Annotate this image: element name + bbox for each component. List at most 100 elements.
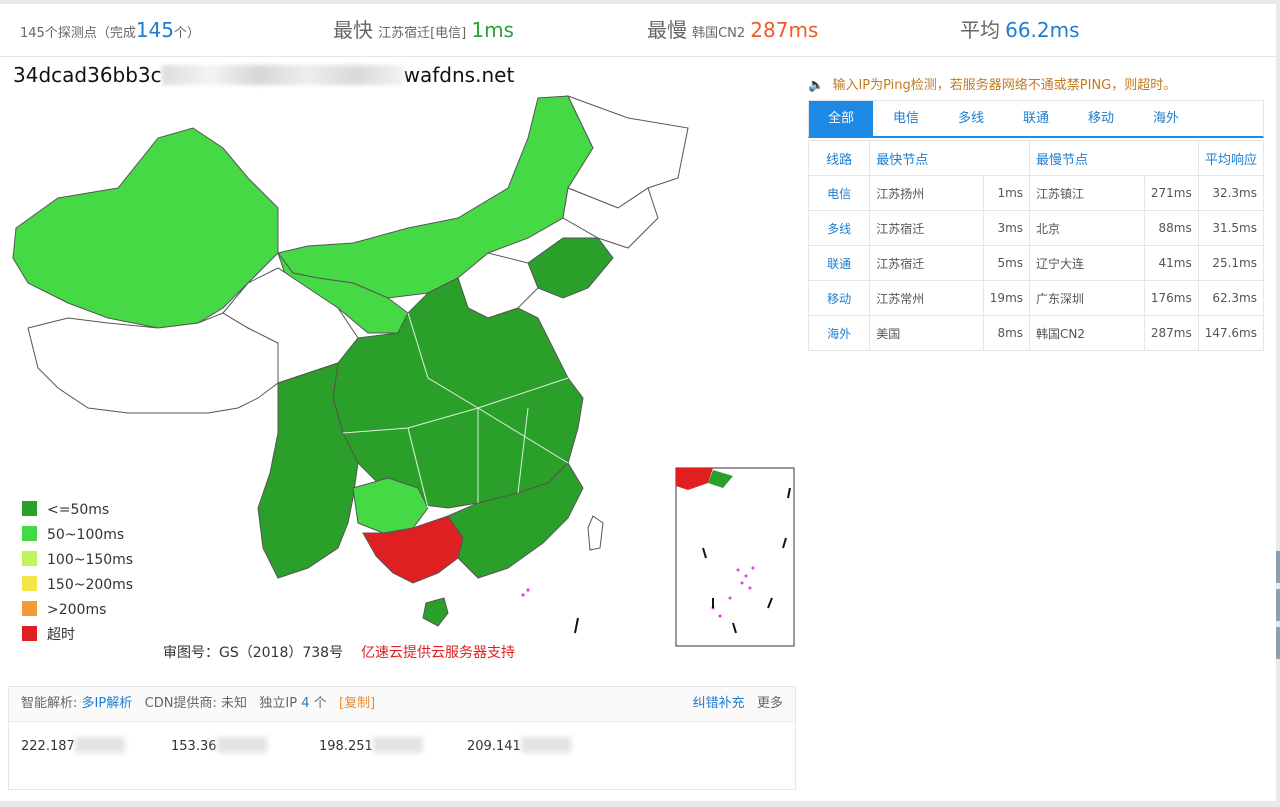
multi-ip-link[interactable]: 多IP解析 — [82, 696, 133, 711]
redacted-mask — [372, 737, 423, 753]
legend-label: 100~150ms — [47, 552, 134, 568]
average-value: 66.2ms — [1005, 18, 1080, 42]
col-line: 线路 — [807, 140, 871, 176]
col-slowest: 最慢节点 — [1029, 140, 1199, 176]
legend-item: >200ms — [22, 598, 133, 623]
sponsor-link[interactable]: 亿速云提供云服务器支持 — [361, 642, 515, 662]
unique-ip-label: 独立IP — [259, 696, 298, 711]
line-name: 移动 — [807, 280, 871, 316]
legend-label: 50~100ms — [47, 527, 125, 543]
side-float-tab[interactable] — [1276, 551, 1280, 583]
legend-label: >200ms — [47, 602, 107, 618]
ip-address[interactable]: 153.36 — [171, 737, 267, 754]
side-float-tab[interactable] — [1276, 627, 1280, 659]
slow-node: 江苏镇江 — [1029, 175, 1145, 211]
fast-ms: 8ms — [982, 315, 1031, 351]
ip-address[interactable]: 209.141 — [467, 737, 571, 754]
avg-ms: 32.3ms — [1197, 175, 1265, 211]
legend-label: <=50ms — [47, 502, 110, 518]
slowest-summary: 最慢 韩国CN2 287ms — [647, 4, 818, 56]
probe-count: 145个探测点（完成145个） — [20, 4, 200, 56]
legend-swatch — [22, 501, 37, 516]
slow-ms: 88ms — [1143, 210, 1199, 246]
dns-header: 智能解析: 多IP解析 CDN提供商: 未知 独立IP 4 个 [复制] 纠错补… — [9, 687, 795, 722]
probe-count-value: 145 — [135, 18, 175, 42]
ip-text: 222.187 — [21, 739, 75, 754]
legend-label: 150~200ms — [47, 577, 134, 593]
fast-ms: 1ms — [982, 175, 1031, 211]
copy-button[interactable]: [复制] — [339, 696, 375, 711]
line-name: 海外 — [807, 315, 871, 351]
fast-ms: 19ms — [982, 280, 1031, 316]
avg-ms: 62.3ms — [1197, 280, 1265, 316]
line-name: 联通 — [807, 245, 871, 281]
ip-text: 198.251 — [319, 739, 373, 754]
tab-unicom[interactable]: 联通 — [1004, 101, 1068, 137]
slow-ms: 271ms — [1143, 175, 1199, 211]
fastest-value: 1ms — [471, 18, 514, 42]
fast-ms: 5ms — [982, 245, 1031, 281]
slow-node: 北京 — [1029, 210, 1145, 246]
region-tibet[interactable] — [27, 312, 279, 414]
slow-ms: 41ms — [1143, 245, 1199, 281]
ip-text: 209.141 — [467, 739, 521, 754]
region-liaoning[interactable] — [527, 237, 614, 299]
ip-address[interactable]: 222.187 — [21, 737, 125, 754]
legend-item: 100~150ms — [22, 548, 133, 573]
tab-all[interactable]: 全部 — [809, 101, 873, 137]
table-row: 联通 江苏宿迁 5ms 辽宁大连 41ms 25.1ms — [807, 245, 1265, 281]
map-legend: <=50ms 50~100ms 100~150ms 150~200ms >200… — [22, 498, 133, 648]
slow-node: 辽宁大连 — [1029, 245, 1145, 281]
smart-resolve-label: 智能解析: — [21, 696, 78, 711]
unique-ip-unit: 个 — [313, 696, 327, 711]
cdn-provider: CDN提供商: 未知 — [144, 696, 247, 711]
fast-node: 美国 — [869, 315, 984, 351]
ping-notice: 🔈 输入IP为Ping检测，若服务器网络不通或禁PING，则超时。 — [808, 74, 1176, 93]
col-fastest: 最快节点 — [869, 140, 1031, 176]
line-name: 多线 — [807, 210, 871, 246]
legend-swatch — [22, 601, 37, 616]
average-summary: 平均 66.2ms — [960, 4, 1080, 56]
redacted-mask — [216, 737, 267, 753]
dns-info-box: 智能解析: 多IP解析 CDN提供商: 未知 独立IP 4 个 [复制] 纠错补… — [8, 686, 796, 790]
line-name: 电信 — [807, 175, 871, 211]
slow-ms: 287ms — [1143, 315, 1199, 351]
more-link[interactable]: 更多 — [757, 696, 783, 711]
slowest-value: 287ms — [750, 18, 819, 42]
slowest-node: 韩国CN2 — [692, 26, 746, 41]
legend-swatch — [22, 526, 37, 541]
ip-address[interactable]: 198.251 — [319, 737, 423, 754]
average-label: 平均 — [960, 18, 1000, 42]
tab-telecom[interactable]: 电信 — [874, 101, 938, 137]
fastest-node: 江苏宿迁[电信] — [378, 26, 467, 41]
fast-node: 江苏扬州 — [869, 175, 984, 211]
legend-label: 超时 — [47, 627, 75, 643]
tab-overseas[interactable]: 海外 — [1134, 101, 1198, 137]
slow-node: 广东深圳 — [1029, 280, 1145, 316]
notice-text: 输入IP为Ping检测，若服务器网络不通或禁PING，则超时。 — [832, 78, 1177, 93]
legend-swatch — [22, 576, 37, 591]
redacted-mask — [520, 737, 571, 753]
slow-ms: 176ms — [1143, 280, 1199, 316]
ip-text: 153.36 — [171, 739, 217, 754]
table-header-row: 线路 最快节点 最慢节点 平均响应 — [807, 140, 1265, 176]
avg-ms: 25.1ms — [1197, 245, 1265, 281]
table-row: 海外 美国 8ms 韩国CN2 287ms 147.6ms — [807, 315, 1265, 351]
probe-count-prefix: 145个探测点（完成 — [20, 26, 136, 41]
line-tabs: 全部 电信 多线 联通 移动 海外 — [808, 100, 1264, 138]
fast-node: 江苏宿迁 — [869, 210, 984, 246]
col-average: 平均响应 — [1197, 140, 1265, 176]
region-hainan[interactable] — [422, 597, 449, 627]
legend-item: 150~200ms — [22, 573, 133, 598]
report-error-link[interactable]: 纠错补充 — [693, 696, 745, 711]
tab-mobile[interactable]: 移动 — [1069, 101, 1133, 137]
side-float-tab[interactable] — [1276, 589, 1280, 621]
legend-item: 超时 — [22, 623, 133, 648]
map-license-text: 审图号：GS（2018）738号 — [163, 645, 344, 661]
fast-node: 江苏常州 — [869, 280, 984, 316]
line-stats-table: 线路 最快节点 最慢节点 平均响应 电信 江苏扬州 1ms 江苏镇江 271ms… — [807, 140, 1265, 351]
speaker-icon: 🔈 — [808, 78, 825, 93]
region-taiwan[interactable] — [587, 515, 604, 551]
tab-multiline[interactable]: 多线 — [939, 101, 1003, 137]
dns-actions: 纠错补充 更多 — [693, 687, 783, 721]
